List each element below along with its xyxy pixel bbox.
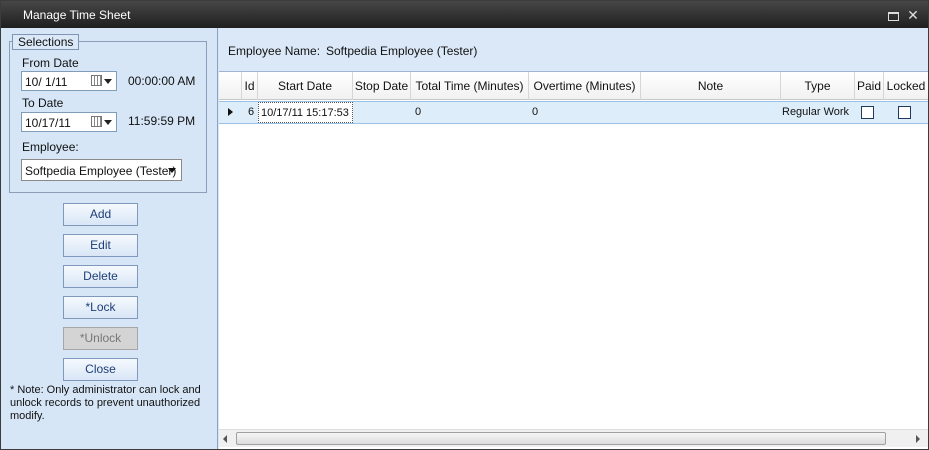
from-date-label: From Date [22,56,79,70]
column-header-overtime[interactable]: Overtime (Minutes) [529,72,641,100]
scroll-right-icon[interactable] [916,435,920,443]
column-header-start-date[interactable]: Start Date [258,72,353,100]
employee-select-value: Softpedia Employee (Tester) [25,164,177,178]
paid-checkbox[interactable] [861,106,874,119]
edit-button[interactable]: Edit [63,234,138,257]
column-header-note[interactable]: Note [641,72,781,100]
cell-id[interactable]: 6 [245,102,257,123]
selections-group: Selections From Date 10/ 1/11 00:00:00 A… [9,34,207,193]
to-date-label: To Date [22,96,64,110]
column-header-paid[interactable]: Paid [855,72,884,100]
delete-button[interactable]: Delete [63,265,138,288]
add-button[interactable]: Add [63,203,138,226]
selections-legend: Selections [12,34,80,50]
cell-overtime[interactable]: 0 [532,102,640,123]
employee-label: Employee: [22,140,79,154]
column-header-id[interactable]: Id [242,72,258,100]
title-bar: Manage Time Sheet ✕ [1,1,928,28]
scroll-left-icon[interactable] [223,435,227,443]
cell-total-time[interactable]: 0 [415,102,527,123]
cell-stop-date[interactable] [355,102,411,123]
close-icon[interactable]: ✕ [907,8,919,22]
restore-icon[interactable] [887,9,899,21]
manage-time-sheet-window: Manage Time Sheet ✕ Selections From Date… [0,0,929,450]
calendar-icon[interactable] [91,74,113,88]
from-date-picker[interactable]: 10/ 1/11 [21,71,117,91]
horizontal-scrollbar[interactable] [219,429,928,447]
to-date-value: 10/17/11 [25,116,71,130]
time-sheet-grid[interactable]: Id Start Date Stop Date Total Time (Minu… [219,72,928,427]
left-panel: Selections From Date 10/ 1/11 00:00:00 A… [2,28,218,449]
column-header-type[interactable]: Type [781,72,855,100]
grid-header: Id Start Date Stop Date Total Time (Minu… [219,72,928,100]
from-time-value: 00:00:00 AM [128,74,196,88]
right-panel: Employee Name: Softpedia Employee (Teste… [219,28,928,449]
locked-checkbox[interactable] [898,106,911,119]
table-row[interactable]: 6 10/17/11 15:17:53 0 0 Regular Work [219,101,928,124]
row-indicator-icon [228,108,233,116]
employee-select[interactable]: Softpedia Employee (Tester) [21,159,182,181]
lock-button[interactable]: *Lock [63,296,138,319]
grid-row-header-column [219,72,242,100]
employee-name-label: Employee Name: [228,44,321,58]
close-button[interactable]: Close [63,358,138,381]
employee-name-value: Softpedia Employee (Tester) [326,44,478,58]
from-date-value: 10/ 1/11 [25,75,68,89]
employee-header: Employee Name: Softpedia Employee (Teste… [219,28,928,72]
to-date-picker[interactable]: 10/17/11 [21,112,117,132]
cell-start-date[interactable]: 10/17/11 15:17:53 [258,102,353,123]
column-header-total-time[interactable]: Total Time (Minutes) [411,72,529,100]
scrollbar-thumb[interactable] [236,432,886,445]
dropdown-arrow-icon[interactable] [168,168,176,173]
column-header-locked[interactable]: Locked [884,72,928,100]
cell-note[interactable] [643,102,779,123]
unlock-button: *Unlock [63,327,138,350]
calendar-icon[interactable] [91,115,113,129]
column-header-stop-date[interactable]: Stop Date [353,72,411,100]
to-time-value: 11:59:59 PM [128,114,196,128]
admin-note: * Note: Only administrator can lock and … [10,384,201,422]
cell-type[interactable]: Regular Work [782,102,854,123]
window-title: Manage Time Sheet [23,8,131,22]
